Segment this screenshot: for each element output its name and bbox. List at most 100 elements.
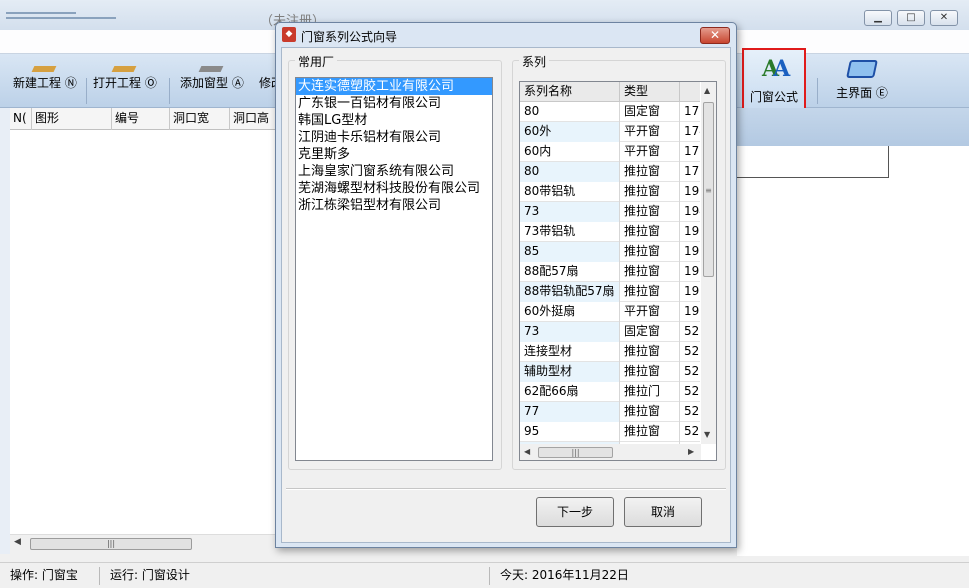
table-row[interactable]: 73带铝轨推拉窗 195: [520, 222, 700, 242]
series-group-label: 系列: [519, 53, 550, 70]
scroll-left-icon[interactable]: ◀: [14, 537, 21, 547]
series-id-cell: 196: [684, 244, 700, 258]
series-col-name[interactable]: 系列名称: [520, 82, 620, 102]
scroll-up-icon[interactable]: ▲: [704, 86, 710, 95]
series-name-cell: 62配66扇: [520, 382, 620, 402]
series-id-cell: 527: [684, 324, 700, 338]
toolbar-separator: [86, 78, 87, 104]
factory-list-item[interactable]: 广东银一百铝材有限公司: [296, 95, 492, 112]
series-id-cell: 527: [684, 384, 700, 398]
series-name-cell: 60外: [520, 122, 620, 142]
series-name-cell: 73: [520, 202, 620, 222]
grid-col-shape[interactable]: 图形: [32, 108, 112, 130]
factory-list-item[interactable]: 浙江栋梁铝型材有限公司: [296, 197, 492, 214]
home-button[interactable]: 主界面 Ⓔ: [832, 60, 892, 101]
table-row[interactable]: 60外挺扇平开窗 199: [520, 302, 700, 322]
minimize-button[interactable]: ▁: [864, 10, 892, 26]
dialog-close-button[interactable]: ✕: [700, 27, 730, 44]
table-row[interactable]: 73固定窗 527: [520, 322, 700, 342]
series-id-cell: 173: [684, 104, 700, 118]
scroll-down-icon[interactable]: ▼: [704, 430, 710, 439]
maximize-button[interactable]: □: [897, 10, 925, 26]
project-grid-header: N( 图形 编号 洞口宽 洞口高: [10, 108, 276, 130]
scroll-thumb[interactable]: |||: [30, 538, 192, 550]
series-id-cell: 527: [684, 364, 700, 378]
series-type-cell: 平开窗: [620, 142, 680, 162]
close-button[interactable]: ✕: [930, 10, 958, 26]
grid-col-height[interactable]: 洞口高: [230, 108, 276, 130]
formula-aa-icon: AA: [762, 56, 790, 82]
factory-list-item[interactable]: 克里斯多: [296, 146, 492, 163]
project-grid-body[interactable]: [10, 130, 276, 534]
table-row[interactable]: 62配66扇推拉门 527: [520, 382, 700, 402]
factory-list-item[interactable]: 大连实德塑胶工业有限公司: [296, 78, 492, 95]
factory-list-item[interactable]: 芜湖海螺型材科技股份有限公司: [296, 180, 492, 197]
status-today: 今天: 2016年11月22日: [500, 568, 629, 582]
factory-list-item[interactable]: 韩国LG型材: [296, 112, 492, 129]
door-window-formula-button[interactable]: AA 门窗公式: [742, 48, 806, 110]
right-panel-frame: [737, 146, 889, 178]
scroll-right-icon[interactable]: ▶: [688, 447, 694, 456]
series-id-cell: 198: [684, 284, 700, 298]
series-hscroll-thumb[interactable]: |||: [538, 447, 613, 458]
left-gutter: [0, 108, 10, 554]
next-step-button[interactable]: 下一步: [536, 497, 614, 527]
series-name-cell: 60外挺扇: [520, 302, 620, 322]
add-window-button[interactable]: 添加窗型 Ⓐ: [180, 66, 244, 91]
table-row[interactable]: 77推拉窗 527: [520, 402, 700, 422]
factory-list[interactable]: 大连实德塑胶工业有限公司 广东银一百铝材有限公司 韩国LG型材 江阴迪卡乐铝材有限公司…: [295, 77, 493, 461]
table-row[interactable]: 60内平开窗 175: [520, 142, 700, 162]
series-col-id[interactable]: [680, 82, 700, 102]
series-type-cell: 推拉门: [620, 382, 680, 402]
table-row[interactable]: 连接型材推拉窗 527: [520, 342, 700, 362]
table-row[interactable]: 88配57扇推拉窗 197: [520, 262, 700, 282]
series-vscroll[interactable]: ▲ ≡ ▼: [701, 82, 716, 444]
series-id-cell: 174: [684, 124, 700, 138]
new-project-button[interactable]: 新建工程 Ⓝ: [13, 66, 77, 91]
table-row[interactable]: 辅助型材推拉窗 527: [520, 362, 700, 382]
series-name-cell: 95: [520, 422, 620, 442]
table-row[interactable]: 80带铝轨推拉窗 193: [520, 182, 700, 202]
series-type-cell: 推拉窗: [620, 282, 680, 302]
series-vscroll-thumb[interactable]: ≡: [703, 102, 714, 277]
status-operation: 操作: 门窗宝: [0, 567, 100, 585]
series-id-cell: 527: [684, 344, 700, 358]
table-row[interactable]: 85推拉窗 196: [520, 242, 700, 262]
series-col-type[interactable]: 类型: [620, 82, 680, 102]
status-running: 运行: 门窗设计: [100, 567, 490, 585]
cancel-button[interactable]: 取消: [624, 497, 702, 527]
home-screen-icon: [846, 60, 878, 78]
grid-col-code[interactable]: 编号: [112, 108, 170, 130]
series-name-cell: 80带铝轨: [520, 182, 620, 202]
status-bar: 操作: 门窗宝 运行: 门窗设计 今天: 2016年11月22日: [0, 562, 969, 588]
table-row[interactable]: 73推拉窗 194: [520, 202, 700, 222]
table-row[interactable]: 80推拉窗 178: [520, 162, 700, 182]
formula-label: 门窗公式: [749, 90, 798, 104]
series-name-cell: 连接型材: [520, 342, 620, 362]
dialog-title-bar[interactable]: ◆ 门窗系列公式向导 ✕: [276, 23, 736, 47]
table-row[interactable]: 88带铝轨配57扇推拉窗 198: [520, 282, 700, 302]
series-type-cell: 平开窗: [620, 122, 680, 142]
table-row[interactable]: 80固定窗 173: [520, 102, 700, 122]
home-label: 主界面 Ⓔ: [836, 86, 888, 100]
toolbar-separator: [169, 78, 170, 104]
series-table[interactable]: 系列名称 类型 80固定窗17360外平开窗 174 60内平开窗17580推拉窗1…: [519, 81, 717, 461]
series-type-cell: 固定窗: [620, 322, 680, 342]
menu-handle[interactable]: [6, 12, 116, 22]
toolbar-separator: [817, 78, 818, 104]
series-type-cell: 推拉窗: [620, 342, 680, 362]
project-grid-hscroll[interactable]: ◀ |||: [10, 534, 276, 552]
series-hscroll[interactable]: ◀ ||| ▶: [520, 444, 701, 460]
table-row[interactable]: 95推拉窗 527: [520, 422, 700, 442]
grid-col-width[interactable]: 洞口宽: [170, 108, 230, 130]
new-project-label: 新建工程 Ⓝ: [13, 76, 77, 90]
open-project-button[interactable]: 打开工程 Ⓞ: [93, 66, 157, 91]
add-window-label: 添加窗型 Ⓐ: [180, 76, 244, 90]
table-row[interactable]: 60外平开窗 174: [520, 122, 700, 142]
series-name-cell: 85: [520, 242, 620, 262]
app-logo-icon: ◆: [282, 27, 296, 42]
scroll-left-icon[interactable]: ◀: [524, 447, 530, 456]
factory-list-item[interactable]: 上海皇家门窗系统有限公司: [296, 163, 492, 180]
factory-list-item[interactable]: 江阴迪卡乐铝材有限公司: [296, 129, 492, 146]
grid-col-no[interactable]: N(: [10, 108, 32, 130]
